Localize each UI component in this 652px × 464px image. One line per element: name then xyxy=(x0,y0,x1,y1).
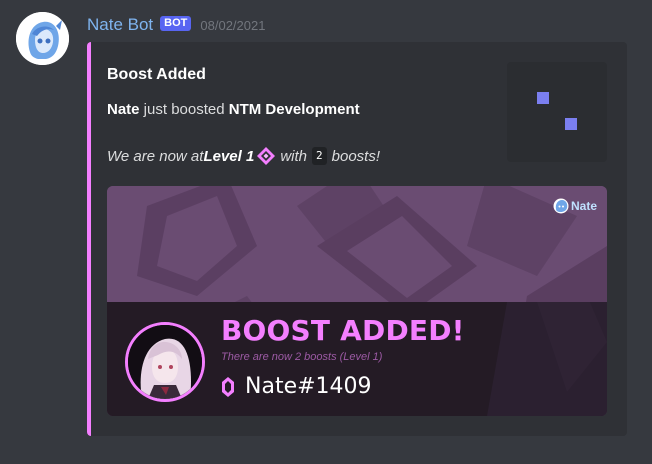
boost-count: 2 xyxy=(312,147,327,165)
boost-banner-image[interactable]: Nate BOOST ADDED! There are now 2 boosts… xyxy=(107,186,607,416)
embed-accent-bar xyxy=(87,42,91,436)
with-text: with xyxy=(280,147,308,165)
embed-description-line2: We are now at Level 1 with 2 boosts! xyxy=(107,146,380,166)
bot-avatar[interactable] xyxy=(16,12,69,65)
level-text: Level 1 xyxy=(203,147,255,165)
message-header: Nate Bot BOT 08/02/2021 xyxy=(87,14,265,36)
brand-name: Nate xyxy=(570,199,597,213)
boost-crystal-icon xyxy=(222,376,234,397)
message-timestamp[interactable]: 08/02/2021 xyxy=(200,18,265,33)
server-name: NTM Development xyxy=(228,101,360,118)
boost-gem-icon xyxy=(256,146,276,166)
brand-mascot-icon xyxy=(553,198,569,214)
booster-name: Nate xyxy=(107,101,140,118)
embed-title: Boost Added xyxy=(107,66,206,83)
booster-username: Nate#1409 xyxy=(245,374,372,399)
description-text: just boosted xyxy=(139,101,229,118)
boost-subtitle: There are now 2 boosts (Level 1) xyxy=(221,351,383,363)
squares-icon-part xyxy=(565,118,577,130)
booster-avatar xyxy=(125,322,205,402)
booster-row: Nate#1409 xyxy=(221,374,372,399)
level-prefix: We are now at xyxy=(107,147,204,165)
brand-logo: Nate xyxy=(553,198,597,214)
author-name[interactable]: Nate Bot xyxy=(87,15,153,35)
message-embed: Boost Added Nate just boosted NTM Develo… xyxy=(87,42,627,436)
boost-heading: BOOST ADDED! xyxy=(221,314,465,347)
embed-thumbnail[interactable] xyxy=(507,62,607,162)
boosts-suffix: boosts! xyxy=(331,147,381,165)
bot-badge: BOT xyxy=(160,15,192,31)
embed-description-line1: Nate just boosted NTM Development xyxy=(107,101,360,118)
squares-icon xyxy=(537,92,549,104)
